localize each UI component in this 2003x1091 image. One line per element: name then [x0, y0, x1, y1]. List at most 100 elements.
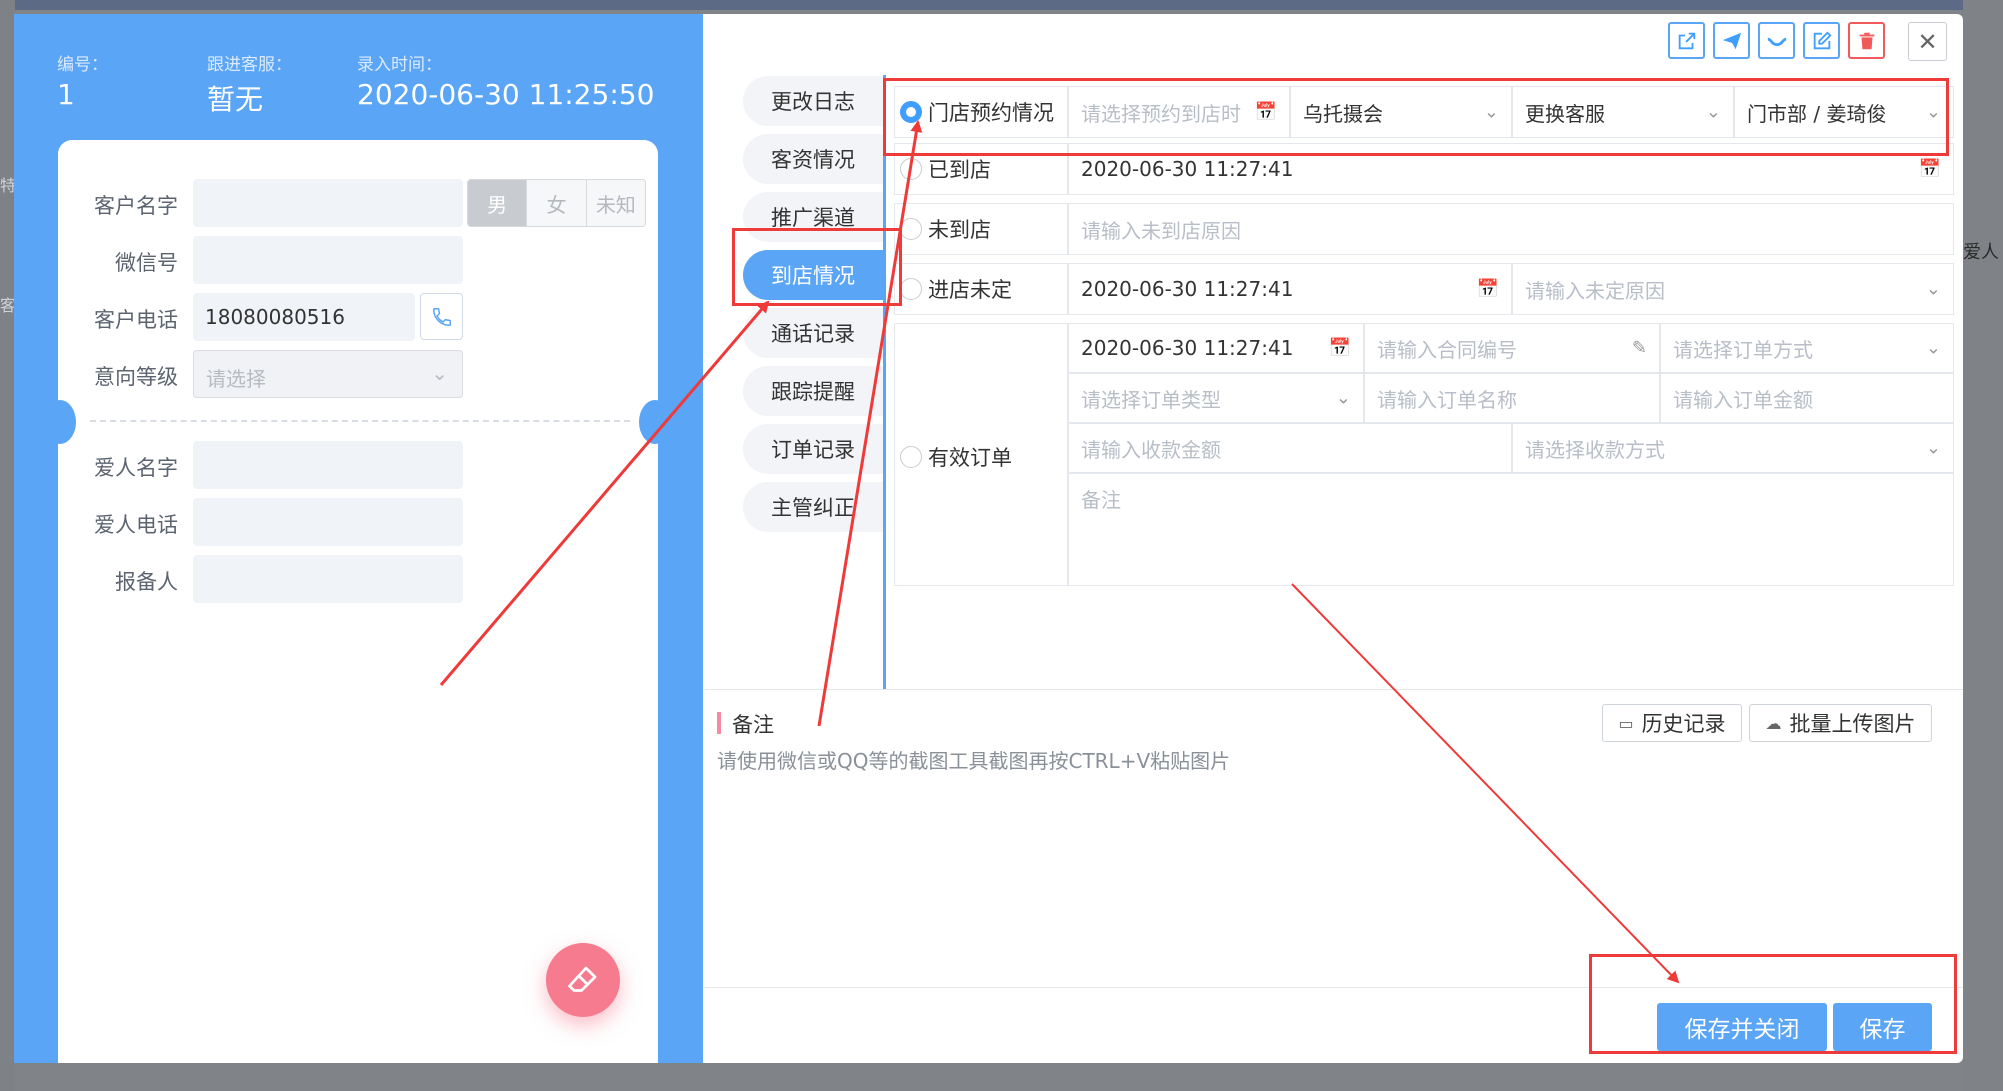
tab-call-records[interactable]: 通话记录 [743, 308, 883, 358]
chevron-down-icon: ⌄ [1925, 278, 1941, 300]
chevron-down-icon: ⌄ [1335, 387, 1351, 409]
card-notch-left [44, 400, 76, 444]
radio-indicator [900, 278, 922, 300]
order-time-picker[interactable]: 2020-06-30 11:27:41 📅 [1068, 323, 1364, 373]
payment-method-select[interactable]: 请选择收款方式 ⌄ [1512, 423, 1954, 473]
calendar-icon: ▭ [1618, 713, 1634, 733]
transfer-button[interactable] [1758, 22, 1795, 59]
chevron-down-icon: ⌄ [1925, 337, 1941, 359]
not-arrived-reason-placeholder: 请输入未到店原因 [1081, 218, 1241, 243]
payment-amount-input[interactable]: 请输入收款金额 [1068, 423, 1512, 473]
delete-button[interactable] [1848, 22, 1885, 59]
customer-name-input[interactable] [193, 179, 463, 227]
chevron-down-icon: ⌄ [431, 361, 448, 385]
remark-accent-bar [717, 712, 721, 734]
contract-number-placeholder: 请输入合同编号 [1377, 337, 1517, 362]
batch-upload-button[interactable]: ☁ 批量上传图片 [1749, 704, 1932, 742]
reporter-input[interactable] [193, 555, 463, 603]
intent-level-select[interactable]: 请选择 ⌄ [193, 350, 463, 398]
partner-phone-input[interactable] [193, 498, 463, 546]
annotation-box-appointment [883, 78, 1949, 156]
phone-value: 18080080516 [205, 305, 345, 329]
call-button[interactable] [420, 293, 463, 340]
reporter-label: 报备人 [115, 570, 178, 594]
background-top-bar [0, 0, 2003, 10]
order-name-placeholder: 请输入订单名称 [1377, 387, 1517, 412]
chevron-down-icon: ⌄ [1925, 437, 1941, 459]
order-amount-input[interactable]: 请输入订单金额 [1660, 373, 1954, 423]
order-type-placeholder: 请选择订单类型 [1081, 387, 1221, 412]
gender-female-option[interactable]: 女 [527, 180, 587, 226]
service-label: 跟进客服： [207, 55, 292, 75]
not-arrived-reason-input[interactable]: 请输入未到店原因 [1068, 203, 1954, 255]
entry-time-label: 录入时间： [357, 55, 442, 75]
open-external-button[interactable] [1668, 22, 1705, 59]
order-name-input[interactable]: 请输入订单名称 [1364, 373, 1660, 423]
entry-time-value: 2020-06-30 11:25:50 [357, 78, 655, 111]
background-left-edge [0, 0, 15, 1091]
annotation-box-buttons [1589, 954, 1957, 1054]
remark-hint: 请使用微信或QQ等的截图工具截图再按CTRL+V粘贴图片 [717, 749, 1231, 773]
eraser-icon [568, 966, 597, 992]
tab-customer-info[interactable]: 客资情况 [743, 134, 883, 184]
remark-divider [705, 689, 1963, 690]
close-button[interactable]: ✕ [1908, 22, 1947, 61]
history-button-label: 历史记录 [1641, 712, 1726, 736]
wechat-input[interactable] [193, 236, 463, 284]
close-icon: ✕ [1917, 27, 1938, 56]
tab-supervisor-correction[interactable]: 主管纠正 [743, 482, 883, 532]
pending-radio[interactable]: 进店未定 [900, 274, 1012, 304]
order-method-select[interactable]: 请选择订单方式 ⌄ [1660, 323, 1954, 373]
not-arrived-label: 未到店 [928, 218, 991, 242]
tab-change-log[interactable]: 更改日志 [743, 76, 883, 126]
wechat-label: 微信号 [115, 251, 178, 275]
trash-icon [1859, 32, 1874, 49]
cloud-upload-icon: ☁ [1765, 713, 1782, 733]
calendar-icon: 📅 [1476, 278, 1499, 300]
contract-number-input[interactable]: 请输入合同编号 ✎ [1364, 323, 1660, 373]
send-icon [1722, 32, 1741, 49]
radio-indicator [900, 446, 922, 468]
intent-level-placeholder: 请选择 [206, 367, 266, 391]
calendar-icon: 📅 [1918, 158, 1941, 180]
send-button[interactable] [1713, 22, 1750, 59]
partner-name-input[interactable] [193, 441, 463, 489]
phone-icon [432, 307, 451, 326]
section-divider [90, 420, 630, 422]
pending-time-value: 2020-06-30 11:27:41 [1081, 277, 1294, 301]
pending-time-picker[interactable]: 2020-06-30 11:27:41 📅 [1068, 263, 1512, 315]
gender-male-option[interactable]: 男 [468, 180, 528, 226]
id-value: 1 [57, 78, 75, 111]
batch-upload-label: 批量上传图片 [1789, 712, 1916, 736]
edit-button[interactable] [1803, 22, 1840, 59]
payment-amount-placeholder: 请输入收款金额 [1081, 437, 1221, 462]
not-arrived-radio[interactable]: 未到店 [900, 214, 991, 244]
order-method-placeholder: 请选择订单方式 [1673, 337, 1813, 362]
history-button[interactable]: ▭ 历史记录 [1602, 704, 1742, 742]
gender-unknown-option[interactable]: 未知 [586, 180, 645, 226]
order-type-select[interactable]: 请选择订单类型 ⌄ [1068, 373, 1364, 423]
arrived-label: 已到店 [928, 158, 991, 182]
arrived-radio[interactable]: 已到店 [900, 154, 991, 184]
background-right-edge [1963, 0, 2003, 1091]
pending-label: 进店未定 [928, 278, 1012, 302]
valid-order-label: 有效订单 [928, 446, 1012, 470]
partner-phone-label: 爱人电话 [94, 513, 178, 537]
order-remark-placeholder: 备注 [1081, 488, 1121, 512]
phone-input[interactable]: 18080080516 [193, 293, 415, 341]
customer-name-label: 客户名字 [94, 194, 178, 218]
remark-title: 备注 [732, 713, 774, 737]
card-notch-right [639, 400, 671, 444]
tab-follow-reminder[interactable]: 跟踪提醒 [743, 366, 883, 416]
tab-indicator-line [883, 75, 886, 689]
order-time-value: 2020-06-30 11:27:41 [1081, 336, 1294, 360]
pending-reason-select[interactable]: 请输入未定原因 ⌄ [1512, 263, 1954, 315]
gender-selector: 男 女 未知 [467, 179, 646, 227]
payment-method-placeholder: 请选择收款方式 [1525, 437, 1665, 462]
phone-label: 客户电话 [94, 308, 178, 332]
tab-order-records[interactable]: 订单记录 [743, 424, 883, 474]
valid-order-radio[interactable]: 有效订单 [900, 442, 1012, 472]
pending-reason-placeholder: 请输入未定原因 [1525, 278, 1665, 303]
edit-fab-button[interactable] [546, 943, 620, 1017]
order-remark-textarea[interactable]: 备注 [1068, 473, 1954, 586]
